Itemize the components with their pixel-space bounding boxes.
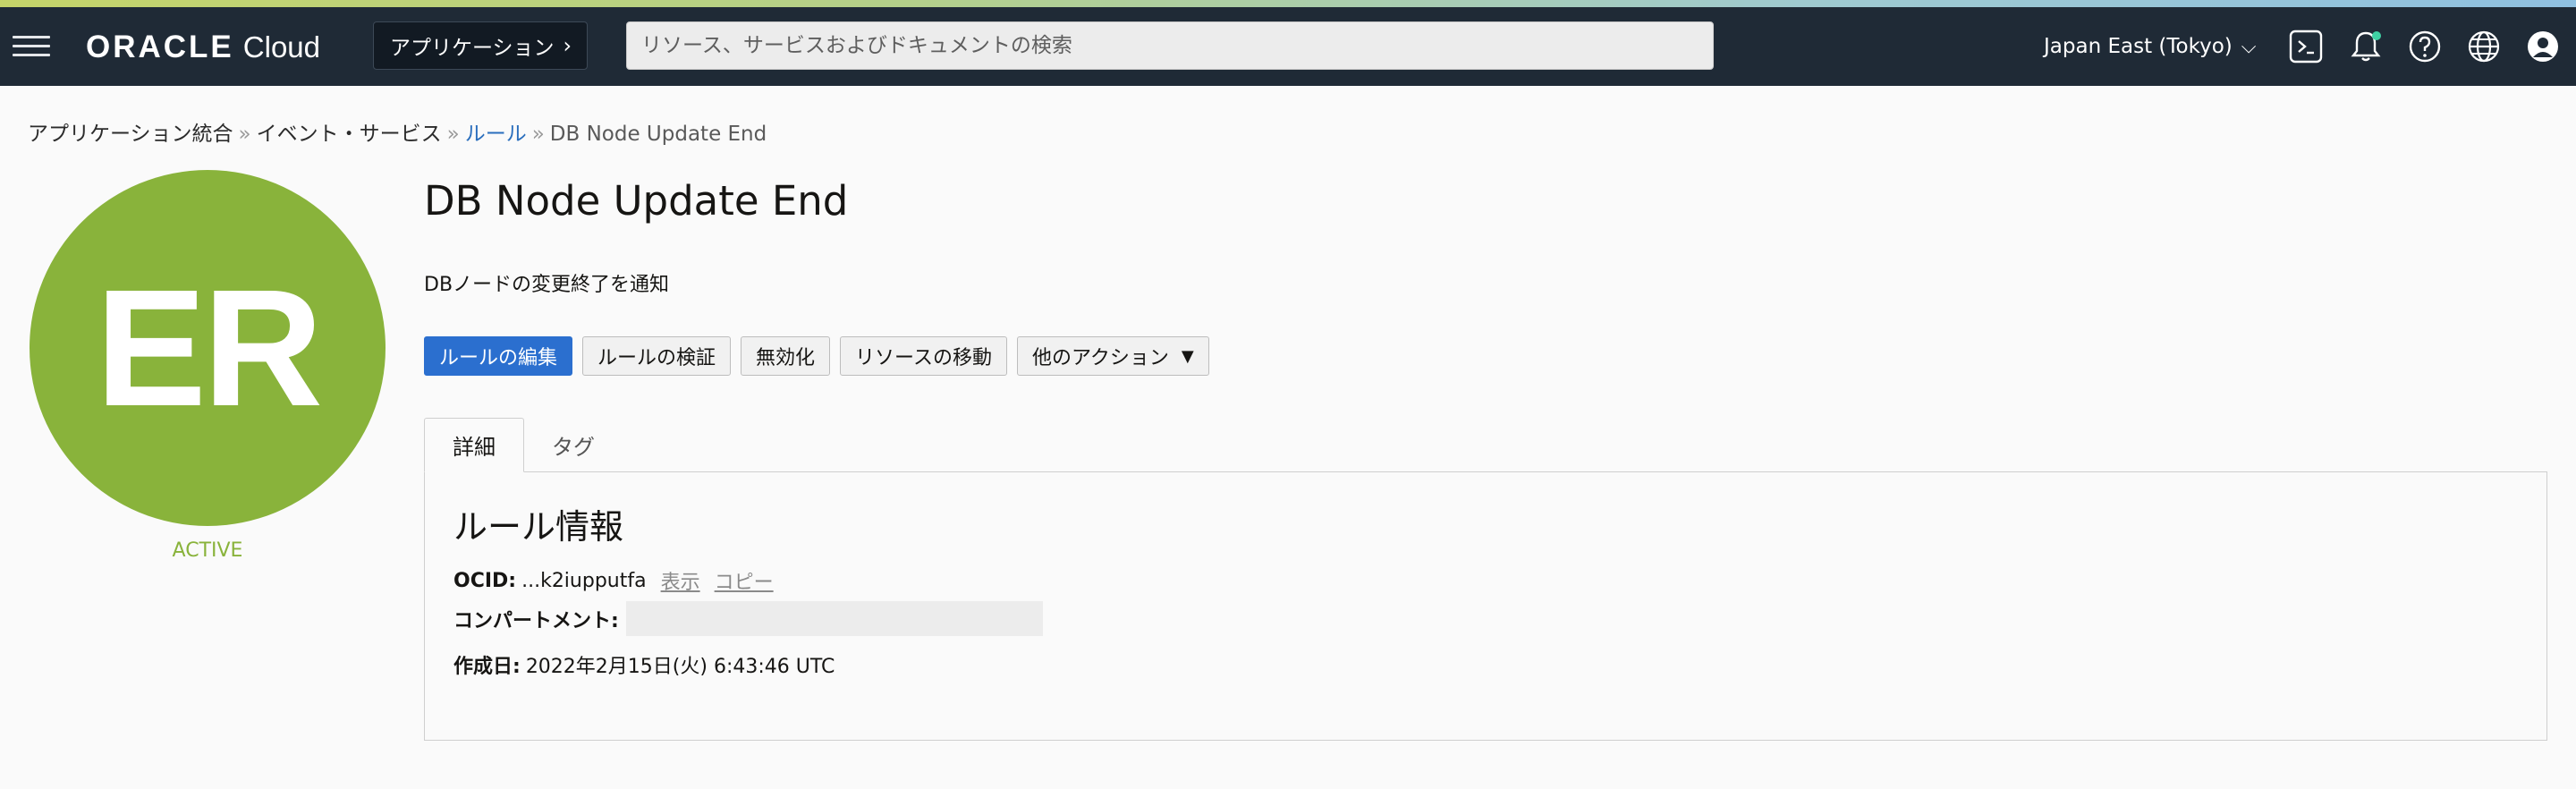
language-globe-icon[interactable] (2466, 29, 2502, 64)
page-title: DB Node Update End (424, 177, 849, 225)
section-title: ルール情報 (453, 507, 624, 547)
bell-icon[interactable] (2348, 29, 2384, 64)
breadcrumb-link-rules[interactable]: ルール (465, 123, 527, 146)
redacted-compartment-value (625, 601, 1043, 636)
region-selector[interactable]: Japan East (Tokyo) ⌵ (2044, 30, 2256, 63)
profile-icon[interactable] (2525, 29, 2561, 64)
breadcrumb-current: DB Node Update End (549, 123, 767, 146)
more-actions-label: 他のアクション (1031, 347, 1169, 369)
search-input[interactable] (626, 21, 1714, 70)
accent-strip (0, 0, 2576, 7)
status-badge: ACTIVE (172, 539, 243, 562)
breadcrumb-separator: » (238, 123, 251, 146)
tab-details[interactable]: 詳細 (424, 418, 524, 472)
more-actions-button[interactable]: 他のアクション ▼ (1016, 336, 1209, 376)
top-navigation-bar: ORACLE Cloud アプリケーション › Japan East (Toky… (0, 7, 2576, 86)
applications-button[interactable]: アプリケーション › (373, 21, 588, 70)
help-icon[interactable] (2407, 29, 2443, 64)
cloud-shell-icon[interactable] (2288, 29, 2324, 64)
compartment-label: コンパートメント: (453, 609, 619, 632)
breadcrumb-item[interactable]: アプリケーション統合 (28, 123, 233, 146)
region-label: Japan East (Tokyo) (2044, 35, 2233, 58)
ocid-value: ...k2iupputfa (521, 569, 647, 592)
tab-bar: 詳細 タグ (424, 418, 623, 472)
disable-button[interactable]: 無効化 (741, 336, 831, 376)
breadcrumb: アプリケーション統合» イベント・サービス» ルール» DB Node Update … (28, 116, 767, 147)
action-toolbar: ルールの編集 ルールの検証 無効化 リソースの移動 他のアクション ▼ (424, 336, 1209, 376)
chevron-down-icon: ⌵ (2241, 35, 2257, 58)
show-ocid-link[interactable]: 表示 (661, 566, 700, 595)
tab-tags[interactable]: タグ (524, 418, 623, 472)
breadcrumb-separator: » (531, 123, 545, 146)
hamburger-menu-icon[interactable] (13, 34, 50, 59)
breadcrumb-item[interactable]: イベント・サービス (257, 123, 442, 146)
ocid-label: OCID: (453, 569, 517, 592)
compartment-row: コンパートメント: (453, 601, 1043, 636)
logo-product: Cloud (242, 30, 321, 64)
created-row: 作成日: 2022年2月15日(火) 6:43:46 UTC (453, 650, 835, 679)
oracle-cloud-logo[interactable]: ORACLE Cloud (86, 30, 320, 64)
created-value: 2022年2月15日(火) 6:43:46 UTC (525, 656, 835, 678)
created-label: 作成日: (453, 656, 521, 678)
resource-initials: ER (95, 255, 323, 441)
validate-rule-button[interactable]: ルールの検証 (582, 336, 732, 376)
ocid-row: OCID: ...k2iupputfa 表示 コピー (453, 566, 774, 595)
copy-ocid-link[interactable]: コピー (715, 566, 774, 595)
caret-down-icon: ▼ (1181, 346, 1194, 366)
applications-label: アプリケーション (390, 37, 555, 60)
move-resource-button[interactable]: リソースの移動 (840, 336, 1007, 376)
breadcrumb-separator: » (446, 123, 460, 146)
chevron-right-icon: › (563, 33, 572, 58)
edit-rule-button[interactable]: ルールの編集 (424, 336, 573, 376)
rule-info-panel: ルール情報 OCID: ...k2iupputfa 表示 コピー コンパートメン… (424, 471, 2547, 741)
logo-brand: ORACLE (86, 30, 234, 64)
resource-description: DBノードの変更終了を通知 (424, 274, 670, 296)
resource-status-avatar: ER (30, 170, 386, 526)
